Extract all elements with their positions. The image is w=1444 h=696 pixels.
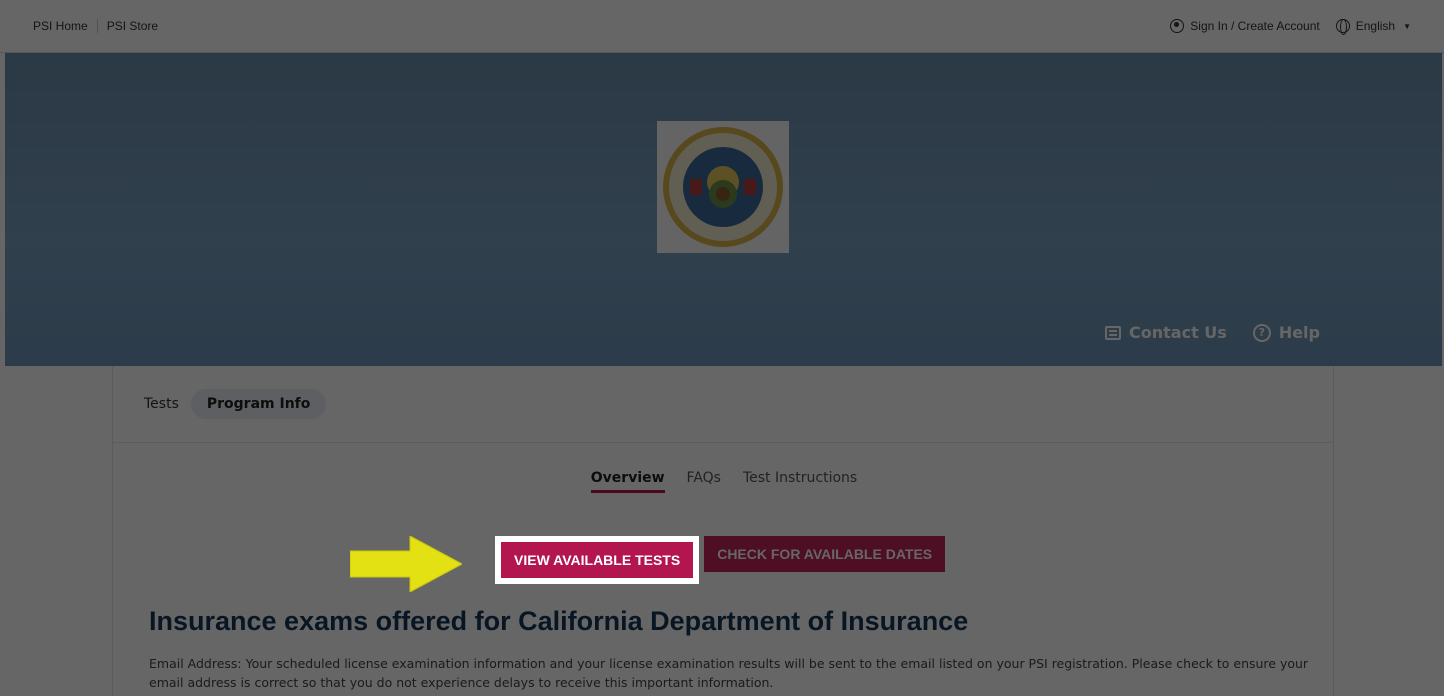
subtab-overview[interactable]: Overview bbox=[590, 470, 665, 493]
contact-us-label: Contact Us bbox=[1129, 323, 1227, 342]
language-label: English bbox=[1355, 19, 1396, 33]
subtab-faqs[interactable]: FAQs bbox=[687, 470, 721, 493]
highlight-frame: VIEW AVAILABLE TESTS bbox=[495, 536, 700, 584]
top-bar: PSI Home PSI Store Sign In / Create Acco… bbox=[0, 0, 1444, 53]
seal-graphic bbox=[663, 127, 783, 247]
help-link[interactable]: ? Help bbox=[1252, 323, 1320, 342]
caret-down-icon: ▼ bbox=[1403, 21, 1411, 31]
page: PSI Home PSI Store Sign In / Create Acco… bbox=[0, 0, 1444, 696]
chat-icon bbox=[1105, 325, 1122, 340]
contact-us-link[interactable]: Contact Us bbox=[1105, 323, 1227, 342]
view-available-tests-button[interactable]: VIEW AVAILABLE TESTS bbox=[501, 542, 694, 578]
card-tabs: Tests Program Info bbox=[113, 366, 1333, 443]
highlight-arrow-icon bbox=[350, 536, 462, 592]
top-bar-right: Sign In / Create Account English ▼ bbox=[1170, 18, 1411, 35]
help-label: Help bbox=[1278, 323, 1320, 342]
page-heading: Insurance exams offered for California D… bbox=[149, 606, 969, 636]
check-available-dates-button[interactable]: CHECK FOR AVAILABLE DATES bbox=[704, 536, 946, 572]
sign-in-link[interactable]: Sign In / Create Account bbox=[1170, 19, 1320, 33]
email-notice-paragraph: Email Address: Your scheduled license ex… bbox=[149, 656, 1309, 690]
program-card: Tests Program Info Overview FAQs Test In… bbox=[112, 366, 1334, 696]
psi-store-link[interactable]: PSI Store bbox=[98, 19, 167, 33]
hero-links: Contact Us ? Help bbox=[1105, 323, 1320, 342]
sign-in-label: Sign In / Create Account bbox=[1190, 19, 1320, 33]
tab-tests[interactable]: Tests bbox=[144, 396, 179, 412]
department-seal-logo bbox=[657, 121, 789, 253]
language-selector[interactable]: English ▼ bbox=[1335, 18, 1411, 35]
subtab-test-instructions[interactable]: Test Instructions bbox=[743, 470, 857, 493]
help-icon: ? bbox=[1252, 323, 1271, 342]
psi-home-link[interactable]: PSI Home bbox=[33, 19, 98, 33]
globe-icon bbox=[1335, 18, 1350, 35]
user-icon bbox=[1170, 19, 1185, 33]
subtabs: Overview FAQs Test Instructions bbox=[113, 470, 1335, 493]
tab-program-info[interactable]: Program Info bbox=[190, 389, 327, 419]
